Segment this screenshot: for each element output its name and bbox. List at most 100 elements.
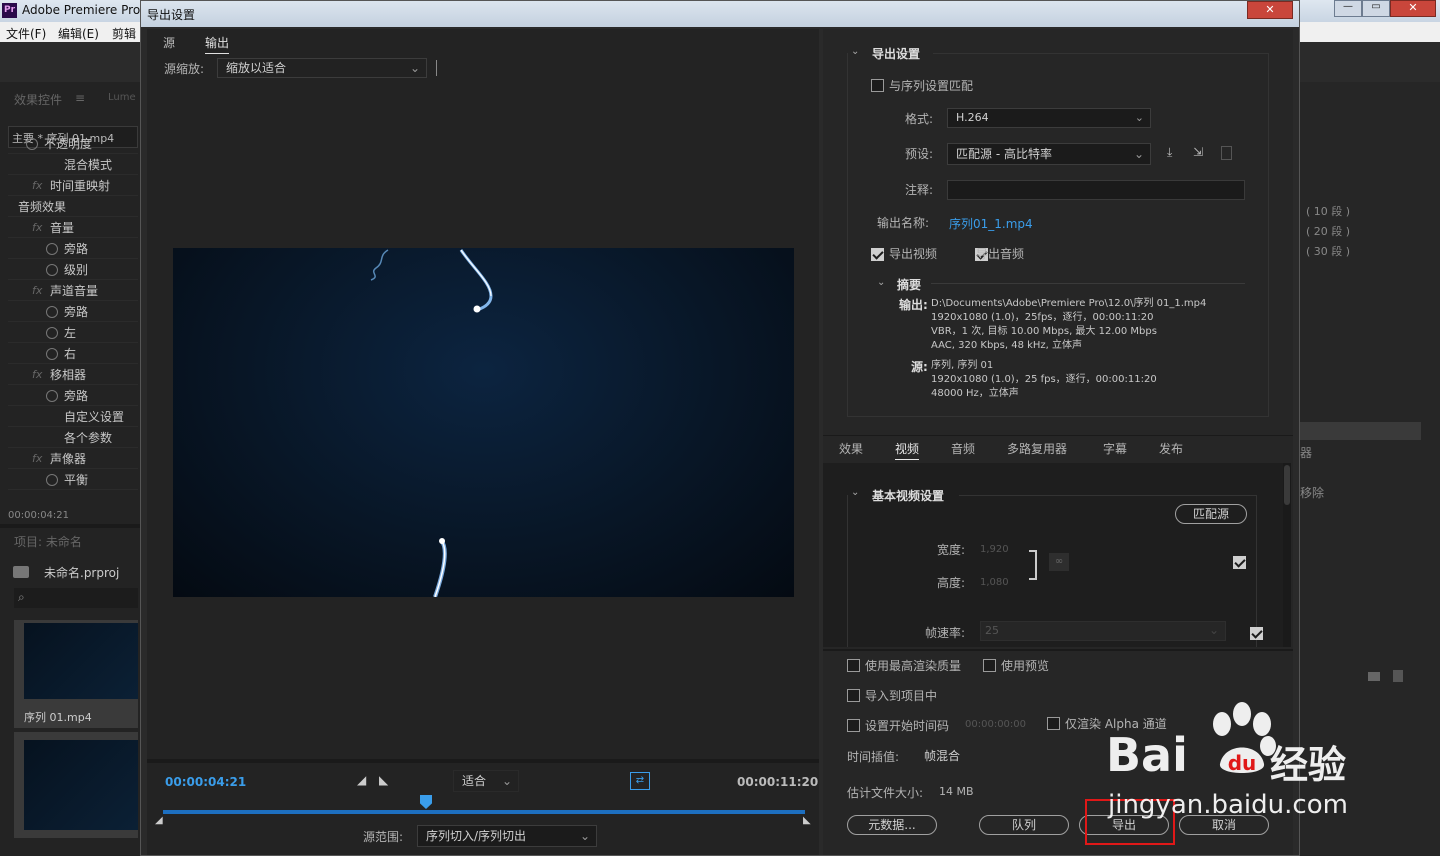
queue-button[interactable]: 队列 [979,815,1069,835]
chevron-down-icon: ⌄ [501,774,512,788]
cancel-button[interactable]: 取消 [1179,815,1269,835]
tab-source[interactable]: 源 [163,34,175,51]
set-out-point-icon[interactable]: ◣ [379,773,388,787]
import-preset-icon[interactable]: ⇲ [1193,145,1203,159]
framerate-dropdown[interactable]: 25 ⌄ [980,621,1226,641]
effect-row[interactable]: 自定义设置 [8,407,138,427]
set-in-point-icon[interactable]: ◢ [357,773,366,787]
tab-effects[interactable]: 效果 [839,440,863,457]
effect-row[interactable]: 右 [8,344,138,364]
preset-dropdown[interactable]: 匹配源 - 高比特率 ⌄ [947,143,1151,165]
maximize-button[interactable]: ▭ [1362,0,1390,17]
fit-dropdown[interactable]: 适合 ⌄ [453,770,519,792]
match-sequence-checkbox[interactable] [871,79,884,92]
effect-row[interactable]: 音频效果 [8,197,138,217]
out-marker-icon[interactable]: ◣ [803,815,811,826]
effect-row[interactable]: 级别 [8,260,138,280]
effect-row[interactable]: fx 声像器 [8,449,138,469]
tab-output[interactable]: 输出 [205,34,230,54]
aspect-toggle-icon[interactable]: ⇄ [630,772,650,790]
current-timecode[interactable]: 00:00:04:21 [165,775,246,789]
stopwatch-icon[interactable] [46,474,58,486]
dialog-titlebar: 导出设置 ✕ [141,1,1299,27]
stopwatch-icon[interactable] [46,390,58,402]
tab-effect-controls[interactable]: 效果控件 [14,91,62,108]
output-name-link[interactable]: 序列01_1.mp4 [949,215,1033,232]
effect-row[interactable]: 旁路 [8,386,138,406]
project-file: 未命名.prproj [44,566,120,580]
match-dimensions-checkbox[interactable] [1233,556,1246,569]
menu-clip[interactable]: 剪辑 [112,25,136,42]
effect-row[interactable]: 混合模式 [8,155,138,175]
stopwatch-icon[interactable] [46,264,58,276]
source-range-dropdown[interactable]: 序列切入/序列切出 ⌄ [417,825,597,847]
settings-scrollbar[interactable] [1283,463,1291,647]
video-settings-scroll: ⌄ 基本视频设置 匹配源 宽度: 1,920 高度: 1,080 ∞ 帧速率: … [823,463,1283,647]
close-button[interactable]: ✕ [1390,0,1436,17]
framerate-label: 帧速率: [925,626,966,640]
tab-audio[interactable]: 音频 [951,440,975,457]
sequence-thumbnail-2[interactable] [14,732,138,838]
summary-collapse-icon[interactable]: ⌄ [877,277,885,288]
height-label: 高度: [937,576,966,590]
delete-preset-icon[interactable] [1221,146,1232,160]
import-into-project-checkbox[interactable] [847,689,860,702]
stopwatch-icon[interactable] [46,243,58,255]
format-dropdown[interactable]: H.264 ⌄ [947,108,1151,128]
cancel-button-label: 取消 [1211,818,1236,832]
playhead-icon[interactable] [420,795,432,809]
dimension-bracket [1029,550,1037,580]
stopwatch-icon[interactable] [46,327,58,339]
in-marker-icon[interactable]: ◢ [155,815,163,826]
menu-edit[interactable]: 编辑(E) [58,25,99,42]
effect-row[interactable]: 平衡 [8,470,138,490]
export-video-checkbox[interactable] [871,248,884,261]
source-scale-dropdown[interactable]: 缩放以适合 ⌄ [217,58,427,78]
effect-row[interactable]: 左 [8,323,138,343]
comment-field[interactable] [947,180,1245,200]
tab-captions[interactable]: 字幕 [1103,440,1127,457]
stopwatch-icon[interactable] [46,306,58,318]
set-start-timecode-checkbox[interactable] [847,719,860,732]
effect-row-label: 旁路 [64,389,89,403]
project-search-field[interactable]: ⌕ [14,588,138,608]
summary-output-audio: AAC, 320 Kbps, 48 kHz, 立体声 [931,340,1083,351]
effect-row[interactable]: 旁路 [8,239,138,259]
metadata-button[interactable]: 元数据... [847,815,937,835]
timeline-scrubber[interactable] [163,810,805,814]
match-source-button[interactable]: 匹配源 [1175,504,1247,524]
effect-tree: 不透明度 混合模式 fx 时间重映射 音频效果 fx 音量 旁路 级别 fx 声道音量 旁路左右 fx 移… [0,137,142,492]
use-previews-checkbox[interactable] [983,659,996,672]
bg-item-30: ( 30 段 ) [1306,245,1351,258]
tab-publish[interactable]: 发布 [1159,440,1183,457]
time-interpolation-dropdown[interactable]: 帧混合 [915,745,1095,767]
menu-file[interactable]: 文件(F) [6,25,46,42]
tab-lumetri[interactable]: Lume [108,92,136,103]
effect-row-label: 级别 [64,263,89,277]
effect-row[interactable]: 旁路 [8,302,138,322]
minimize-button[interactable]: — [1334,0,1362,17]
panel-menu-icon[interactable]: ≡ [75,91,85,105]
effect-row-label: 时间重映射 [50,179,111,193]
stopwatch-icon[interactable] [26,138,38,150]
effect-row[interactable]: 不透明度 [8,134,138,154]
sequence-thumbnail[interactable]: 序列 01.mp4 [14,620,138,728]
effect-row[interactable]: 各个参数 [8,428,138,448]
tab-multiplexer[interactable]: 多路复用器 [1007,440,1067,457]
premiere-logo-icon: Pr [2,3,17,18]
effect-row[interactable]: fx 音量 [8,218,138,238]
effect-row[interactable]: fx 声道音量 [8,281,138,301]
effect-row[interactable]: fx 移相器 [8,365,138,385]
render-alpha-checkbox[interactable] [1047,717,1060,730]
chevron-down-icon: ⌄ [409,61,420,75]
dialog-close-button[interactable]: ✕ [1247,1,1293,19]
summary-source-label: 源: [911,360,928,374]
max-render-quality-checkbox[interactable] [847,659,860,672]
effect-row[interactable]: fx 时间重映射 [8,176,138,196]
tab-video[interactable]: 视频 [895,440,920,460]
match-framerate-checkbox[interactable] [1249,627,1263,640]
link-dimensions-icon[interactable]: ∞ [1049,553,1069,571]
save-preset-icon[interactable]: ⤓ [1167,145,1172,160]
stopwatch-icon[interactable] [46,348,58,360]
effect-row-label: 音量 [50,221,75,235]
